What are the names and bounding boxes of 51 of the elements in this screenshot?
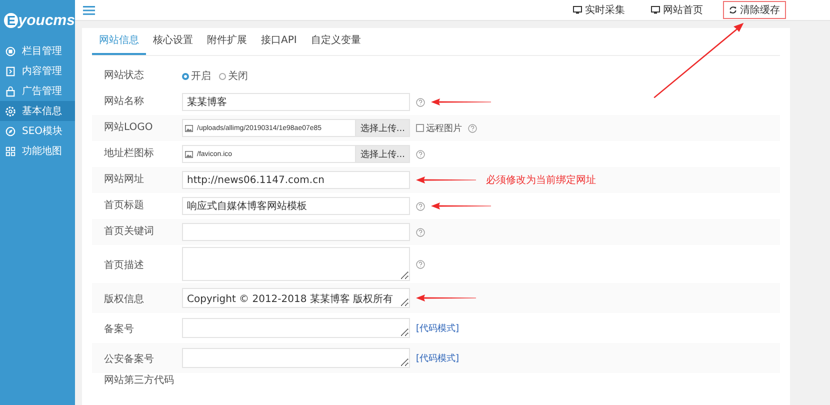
text-area[interactable]: Copyright © 2012-2018 某某博客 版权所有 (182, 288, 410, 308)
input-field[interactable]: 某某博客 (182, 93, 410, 111)
code-mode-link[interactable]: [代码模式] (416, 322, 460, 334)
field-label: 版权信息 (104, 292, 145, 306)
refresh-icon (729, 6, 737, 14)
top-link[interactable]: 网站首页 (645, 1, 709, 19)
logo-text: youcms (18, 12, 75, 28)
lock-icon (5, 86, 16, 96)
sidebar-item[interactable]: 基本信息 (0, 101, 75, 121)
input-field[interactable]: 响应式自媒体博客网站模板 (182, 197, 410, 215)
monitor-icon (573, 6, 582, 14)
field-label: 网站第三方代码 (104, 374, 175, 388)
compass-icon (5, 126, 16, 136)
checkbox-label: 远程图片 (426, 122, 462, 134)
upload-button[interactable]: 选择上传... (355, 119, 410, 137)
radio-button[interactable] (182, 72, 189, 80)
field-label: 首页标题 (104, 199, 145, 213)
code-mode-link[interactable]: [代码模式] (416, 352, 460, 364)
document-icon (5, 66, 16, 76)
radio-label: 关闭 (228, 70, 248, 83)
grid-icon (5, 46, 16, 56)
tab[interactable]: 接口API (254, 33, 304, 55)
tab[interactable]: 核心设置 (146, 33, 200, 55)
field-label: 公安备案号 (104, 352, 155, 366)
tab[interactable]: 附件扩展 (200, 33, 254, 55)
field-label: 网站名称 (104, 95, 145, 109)
apps-icon (5, 146, 16, 156)
monitor-icon (651, 6, 660, 14)
annotation-note: 必须修改为当前绑定网址 (486, 174, 596, 187)
field-label: 网站LOGO (104, 121, 154, 135)
field-label: 网站状态 (104, 69, 145, 83)
text-area[interactable] (182, 318, 410, 338)
top-link[interactable]: 清除缓存 (723, 1, 786, 19)
field-label: 首页关键词 (104, 225, 155, 239)
text-area[interactable] (182, 247, 410, 281)
menu-icon[interactable] (83, 6, 95, 14)
input-field[interactable]: http://news06.1147.com.cn (182, 171, 410, 189)
tab[interactable]: 自定义变量 (304, 33, 368, 55)
upload-button[interactable]: 选择上传... (355, 145, 410, 163)
field-label: 首页描述 (104, 258, 145, 272)
gear-icon (5, 106, 16, 116)
field-label: 网站网址 (104, 173, 145, 187)
field-label: 备案号 (104, 322, 135, 336)
top-link[interactable]: 实时采集 (567, 1, 631, 19)
checkbox[interactable] (416, 124, 424, 132)
radio-button[interactable] (219, 72, 226, 80)
text-area[interactable] (182, 348, 410, 368)
input-field[interactable] (182, 223, 410, 241)
field-label: 地址栏图标 (104, 147, 155, 161)
logo-badge: E (4, 12, 18, 28)
radio-label: 开启 (191, 70, 211, 83)
